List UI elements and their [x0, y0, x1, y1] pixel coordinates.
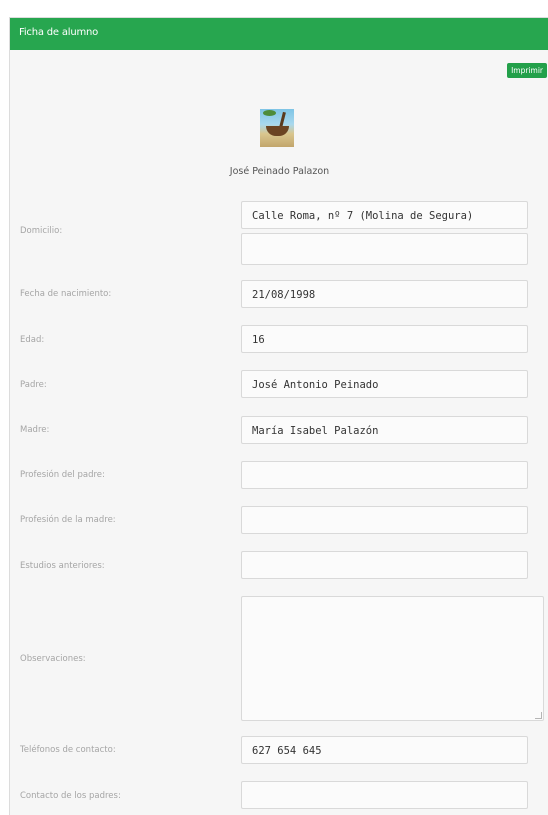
- domicilio-line2-field[interactable]: [241, 233, 528, 265]
- domicilio-label: Domicilio:: [20, 226, 63, 236]
- padre-field[interactable]: José Antonio Peinado: [241, 370, 528, 398]
- observaciones-label: Observaciones:: [20, 654, 86, 664]
- student-photo: [260, 109, 294, 147]
- photo-leaf-shape: [263, 110, 276, 116]
- fecha-nacimiento-field[interactable]: 21/08/1998: [241, 280, 528, 308]
- profesion-padre-field[interactable]: [241, 461, 528, 489]
- fecha-nacimiento-label: Fecha de nacimiento:: [20, 289, 112, 299]
- estudios-anteriores-field[interactable]: [241, 551, 528, 579]
- edad-field[interactable]: 16: [241, 325, 528, 353]
- madre-label: Madre:: [20, 425, 50, 435]
- observaciones-textarea[interactable]: [241, 596, 544, 721]
- student-record-panel: Ficha de alumno Imprimir José Peinado Pa…: [9, 17, 548, 815]
- estudios-anteriores-label: Estudios anteriores:: [20, 561, 105, 571]
- madre-field[interactable]: María Isabel Palazón: [241, 416, 528, 444]
- profesion-padre-label: Profesión del padre:: [20, 470, 105, 480]
- student-name: José Peinado Palazon: [229, 166, 330, 177]
- telefonos-label: Teléfonos de contacto:: [20, 745, 116, 755]
- print-button[interactable]: Imprimir: [507, 63, 547, 78]
- photo-boat-shape: [266, 126, 289, 136]
- profesion-madre-label: Profesión de la madre:: [20, 515, 116, 525]
- panel-header: Ficha de alumno: [10, 18, 548, 50]
- domicilio-line1-field[interactable]: Calle Roma, nº 7 (Molina de Segura): [241, 201, 528, 229]
- profesion-madre-field[interactable]: [241, 506, 528, 534]
- resize-grip-icon[interactable]: [535, 712, 542, 719]
- contacto-padres-field[interactable]: [241, 781, 528, 809]
- contacto-padres-label: Contacto de los padres:: [20, 791, 121, 801]
- edad-label: Edad:: [20, 335, 45, 345]
- telefonos-field[interactable]: 627 654 645: [241, 736, 528, 764]
- padre-label: Padre:: [20, 380, 47, 390]
- panel-title: Ficha de alumno: [19, 27, 99, 38]
